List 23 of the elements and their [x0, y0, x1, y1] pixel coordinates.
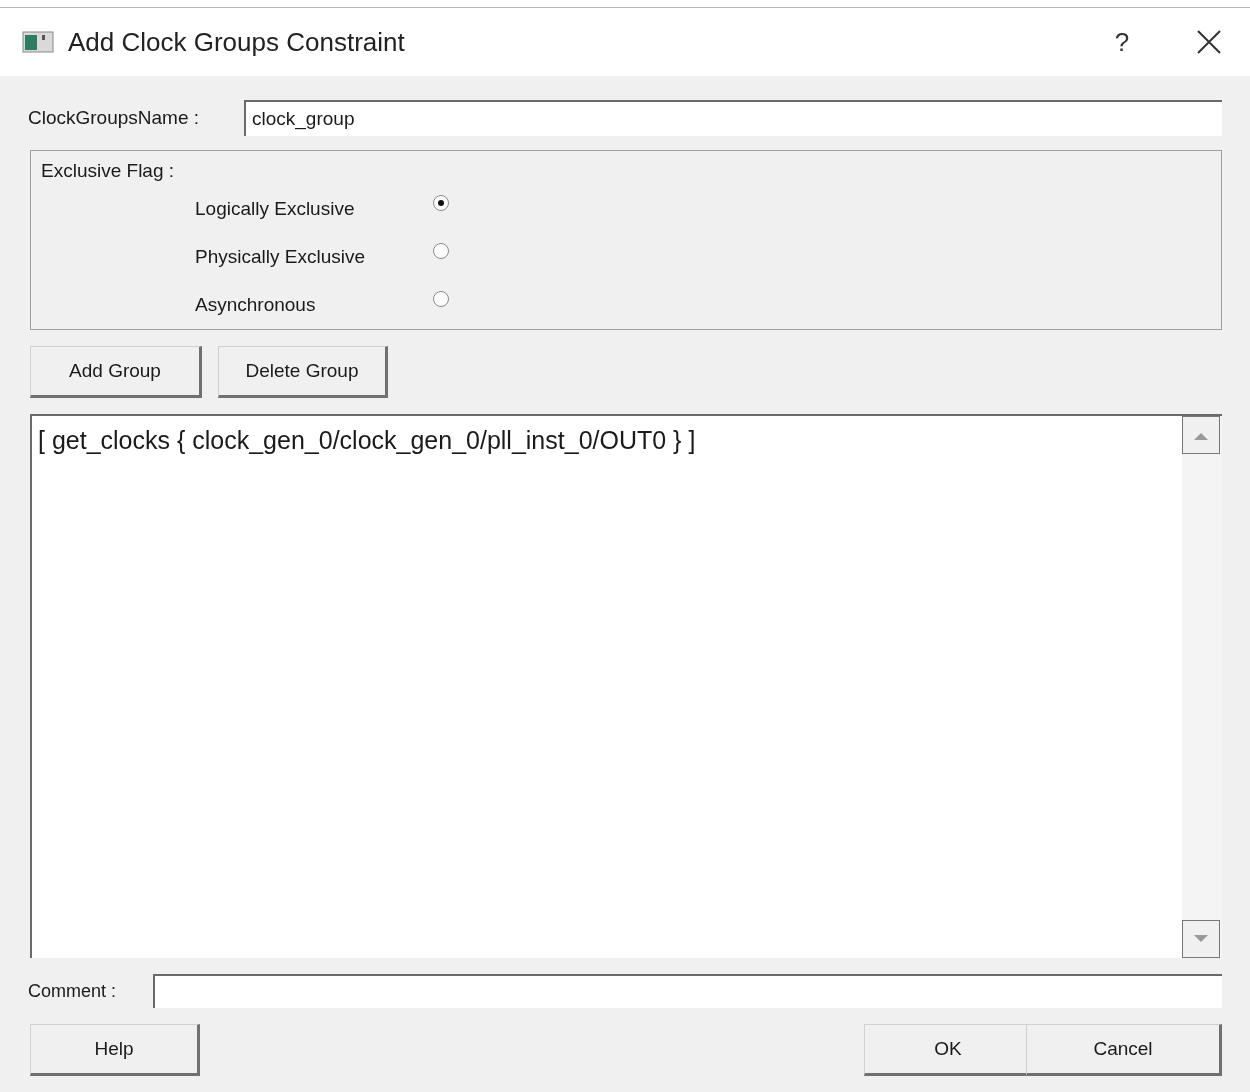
- dialog-button[interactable]: Delete Group: [218, 346, 388, 398]
- dialog-button[interactable]: Add Group: [30, 346, 202, 398]
- window-title: Add Clock Groups Constraint: [68, 25, 405, 59]
- option-label: Logically Exclusive: [195, 196, 356, 221]
- app-icon: [22, 30, 54, 54]
- scroll-up-icon[interactable]: [1182, 416, 1220, 454]
- dialog-button[interactable]: Help: [30, 1024, 200, 1076]
- scroll-down-icon[interactable]: [1182, 920, 1220, 958]
- comment-field[interactable]: [153, 974, 1222, 1008]
- field-label: Comment :: [28, 979, 118, 1003]
- field-label: ClockGroupsName :: [28, 105, 201, 130]
- scrollbar[interactable]: [1182, 416, 1222, 958]
- dialog-button[interactable]: Cancel: [1026, 1024, 1222, 1076]
- option-label: Physically Exclusive: [195, 244, 366, 269]
- group-label: Exclusive Flag :: [41, 159, 176, 183]
- radio-button[interactable]: [433, 243, 449, 259]
- option-label: Asynchronous: [195, 292, 317, 317]
- help-button[interactable]: ?: [1102, 22, 1142, 62]
- radio-button[interactable]: [433, 291, 449, 307]
- list-item[interactable]: [ get_clocks { clock_gen_0/clock_gen_0/pll_inst_0/OUT0 } ]: [38, 424, 1182, 456]
- name-field[interactable]: clock_group: [244, 100, 1222, 136]
- close-icon[interactable]: [1196, 29, 1222, 55]
- radio-button[interactable]: [433, 195, 449, 211]
